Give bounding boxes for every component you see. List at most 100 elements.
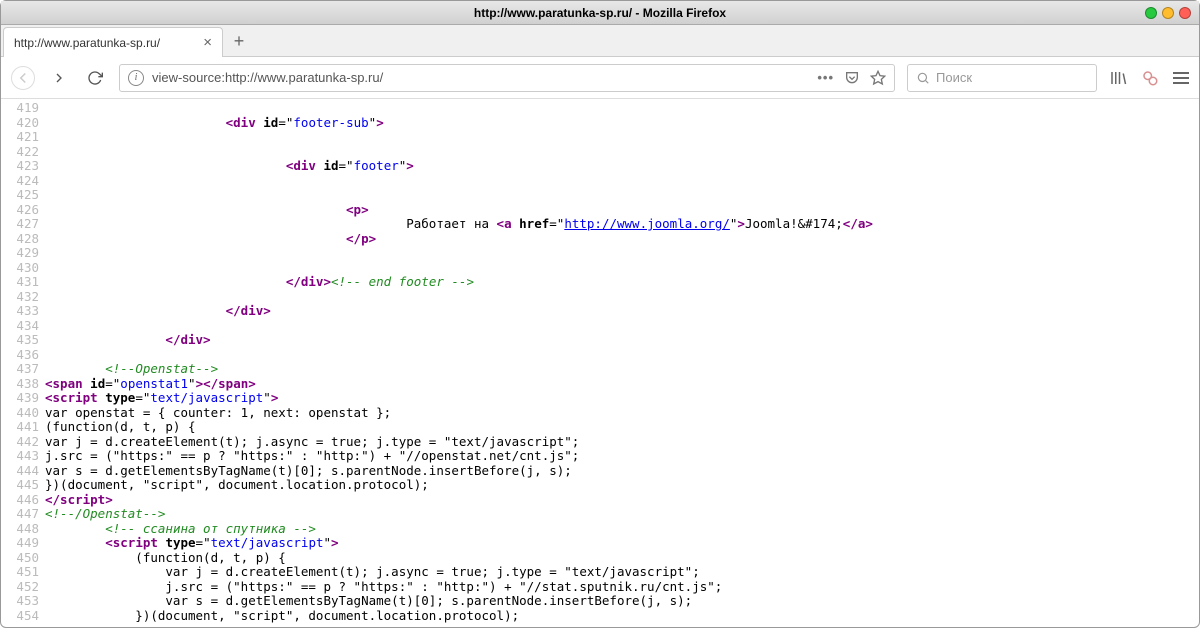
close-tab-icon[interactable]: × (203, 34, 212, 51)
line-number: 436 (1, 348, 39, 363)
source-line: j.src = ("https:" == p ? "https:" : "htt… (45, 449, 1199, 464)
line-number: 447 (1, 507, 39, 522)
line-number: 439 (1, 391, 39, 406)
source-line: })(document, "script", document.location… (45, 609, 1199, 624)
source-code: <div id="footer-sub"> <div id="footer"> … (45, 101, 1199, 629)
line-number: 434 (1, 319, 39, 334)
source-line: <script type="text/javascript"> (45, 536, 1199, 551)
line-number: 453 (1, 594, 39, 609)
site-info-icon[interactable]: i (128, 70, 144, 86)
line-number: 422 (1, 145, 39, 160)
page-actions-icon[interactable]: ••• (817, 70, 834, 85)
source-line: <!--/Openstat--> (45, 507, 1199, 522)
line-number: 437 (1, 362, 39, 377)
back-button[interactable] (11, 66, 35, 90)
source-line: var openstat = { counter: 1, next: opens… (45, 406, 1199, 421)
line-number: 419 (1, 101, 39, 116)
line-number: 451 (1, 565, 39, 580)
source-line: var j = d.createElement(t); j.async = tr… (45, 565, 1199, 580)
source-line (45, 130, 1199, 145)
line-number: 433 (1, 304, 39, 319)
toolbar-right (1109, 69, 1189, 87)
bookmark-star-icon[interactable] (870, 70, 886, 86)
source-line: Работает на <a href="http://www.joomla.o… (45, 217, 1199, 232)
line-number: 442 (1, 435, 39, 450)
reload-button[interactable] (83, 66, 107, 90)
tab-strip: http://www.paratunka-sp.ru/ × + (1, 25, 1199, 57)
line-number: 432 (1, 290, 39, 305)
line-number: 454 (1, 609, 39, 624)
search-bar[interactable]: Поиск (907, 64, 1097, 92)
new-tab-button[interactable]: + (223, 26, 255, 56)
source-line (45, 261, 1199, 276)
minimize-button[interactable] (1145, 7, 1157, 19)
source-line: (function(d, t, p) { (45, 420, 1199, 435)
line-number: 420 (1, 116, 39, 131)
pocket-icon[interactable] (844, 70, 860, 86)
close-window-button[interactable] (1179, 7, 1191, 19)
browser-tab[interactable]: http://www.paratunka-sp.ru/ × (3, 27, 223, 57)
source-line: (function(d, t, p) { (45, 551, 1199, 566)
line-number: 444 (1, 464, 39, 479)
source-line: <p> (45, 203, 1199, 218)
source-line: <!--Openstat--> (45, 362, 1199, 377)
line-number: 446 (1, 493, 39, 508)
source-line: </div> (45, 333, 1199, 348)
library-icon[interactable] (1109, 69, 1127, 87)
window-titlebar: http://www.paratunka-sp.ru/ - Mozilla Fi… (1, 1, 1199, 25)
line-number: 441 (1, 420, 39, 435)
line-number: 431 (1, 275, 39, 290)
source-line: <!-- ссанина от спутника --> (45, 522, 1199, 537)
line-number: 424 (1, 174, 39, 189)
source-line (45, 348, 1199, 363)
toolbar: i view-source:http://www.paratunka-sp.ru… (1, 57, 1199, 99)
search-placeholder: Поиск (936, 70, 972, 85)
source-line: </script> (45, 493, 1199, 508)
source-line (45, 145, 1199, 160)
source-line: })(document, "script", document.location… (45, 478, 1199, 493)
search-icon (916, 71, 930, 85)
window-title: http://www.paratunka-sp.ru/ - Mozilla Fi… (474, 6, 726, 20)
source-line (45, 174, 1199, 189)
source-line: var s = d.getElementsByTagName(t)[0]; s.… (45, 464, 1199, 479)
line-number: 438 (1, 377, 39, 392)
maximize-button[interactable] (1162, 7, 1174, 19)
line-number: 427 (1, 217, 39, 232)
url-bar[interactable]: i view-source:http://www.paratunka-sp.ru… (119, 64, 895, 92)
window-controls (1145, 7, 1191, 19)
line-number: 450 (1, 551, 39, 566)
line-number: 429 (1, 246, 39, 261)
source-line: <span id="openstat1"></span> (45, 377, 1199, 392)
source-line: j.src = ("https:" == p ? "https:" : "htt… (45, 580, 1199, 595)
forward-button[interactable] (47, 66, 71, 90)
source-line: var j = d.createElement(t); j.async = tr… (45, 435, 1199, 450)
line-number: 426 (1, 203, 39, 218)
line-number-gutter: 4194204214224234244254264274284294304314… (1, 101, 45, 629)
tab-title: http://www.paratunka-sp.ru/ (14, 36, 160, 50)
source-line (45, 290, 1199, 305)
line-number: 448 (1, 522, 39, 537)
line-number: 440 (1, 406, 39, 421)
source-line (45, 101, 1199, 116)
view-source-pane[interactable]: 4194204214224234244254264274284294304314… (1, 99, 1199, 629)
source-line: <div id="footer-sub"> (45, 116, 1199, 131)
source-line (45, 188, 1199, 203)
line-number: 428 (1, 232, 39, 247)
url-text: view-source:http://www.paratunka-sp.ru/ (152, 70, 383, 85)
line-number: 430 (1, 261, 39, 276)
source-line: </p> (45, 232, 1199, 247)
line-number: 449 (1, 536, 39, 551)
urlbar-actions: ••• (817, 70, 886, 86)
line-number: 421 (1, 130, 39, 145)
line-number: 423 (1, 159, 39, 174)
source-line: var s = d.getElementsByTagName(t)[0]; s.… (45, 594, 1199, 609)
sidebar-icon[interactable] (1141, 69, 1159, 87)
source-line (45, 319, 1199, 334)
line-number: 443 (1, 449, 39, 464)
menu-button[interactable] (1173, 72, 1189, 84)
line-number: 435 (1, 333, 39, 348)
line-number: 425 (1, 188, 39, 203)
source-line: <script type="text/javascript"> (45, 391, 1199, 406)
source-line: <div id="footer"> (45, 159, 1199, 174)
source-line: </div> (45, 304, 1199, 319)
